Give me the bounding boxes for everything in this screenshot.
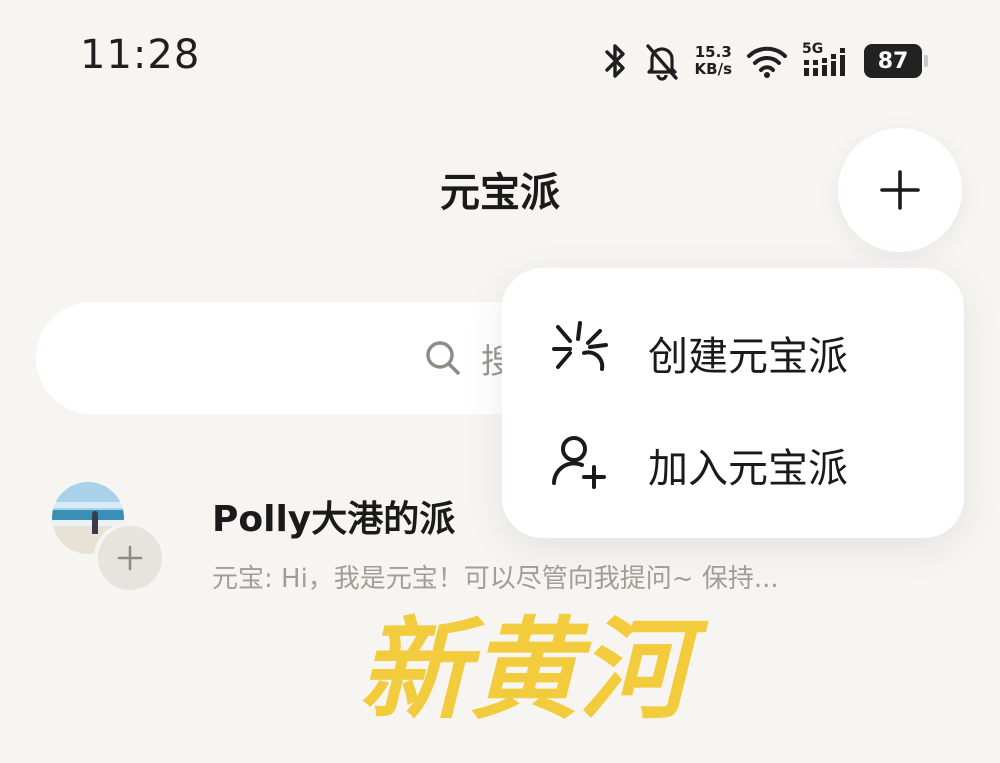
battery-level: 87 — [877, 48, 909, 74]
battery-icon: 87 — [864, 44, 928, 78]
menu-item-label: 加入元宝派 — [648, 446, 848, 492]
list-item-title: Polly大港的派 — [212, 499, 456, 540]
popup-menu: 创建元宝派 加入元宝派 — [502, 268, 964, 538]
menu-item-create[interactable]: 创建元宝派 — [502, 294, 964, 404]
mute-bell-icon — [645, 44, 678, 81]
watermark-logo: 新黄河 — [355, 590, 709, 740]
status-icons: 15.3 KB/s 5G 87 — [603, 36, 928, 86]
add-button[interactable] — [838, 128, 962, 252]
menu-item-label: 创建元宝派 — [648, 334, 848, 380]
net-speed-value: 15.3 — [694, 43, 732, 61]
net-speed: 15.3 KB/s — [695, 44, 732, 78]
create-group-icon — [552, 321, 608, 371]
menu-item-join[interactable]: 加入元宝派 — [502, 406, 964, 516]
plus-icon — [880, 170, 920, 210]
status-time: 11:28 — [80, 32, 201, 78]
bluetooth-icon — [604, 44, 625, 78]
add-user-icon — [552, 436, 606, 489]
plus-icon — [117, 545, 143, 571]
search-icon — [426, 341, 460, 375]
screen: 11:28 15.3 KB/s 5G 87 元宝派 Polly大港的派 元宝: … — [0, 0, 1000, 763]
wifi-icon — [747, 46, 787, 78]
watermark-text: 新黄河 — [359, 605, 709, 734]
cellular-signal-icon: 5G — [802, 41, 850, 81]
net-speed-unit: KB/s — [694, 60, 732, 78]
avatar-add-button[interactable] — [94, 522, 166, 594]
